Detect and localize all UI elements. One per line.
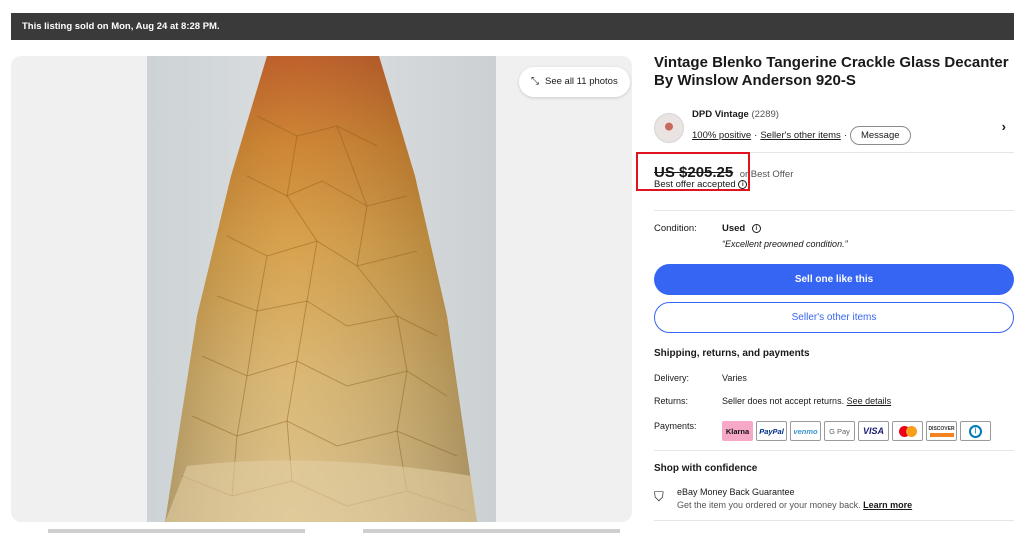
expand-arrows-icon: ⤡: [531, 76, 539, 87]
payments-label: Payments:: [654, 421, 697, 431]
guarantee-description: Get the item you ordered or your money b…: [677, 500, 861, 510]
seller-name[interactable]: DPD Vintage (2289): [692, 109, 779, 120]
decanter-image: [165, 56, 477, 522]
seller-avatar[interactable]: [654, 113, 684, 143]
paypal-icon: PayPal: [756, 421, 787, 441]
google-pay-icon: G Pay: [824, 421, 855, 441]
returns-value: Seller does not accept returns. See deta…: [722, 396, 891, 406]
shop-with-confidence-section: Shop with confidence ⛉ eBay Money Back G…: [654, 463, 1014, 510]
diners-club-icon: |: [960, 421, 991, 441]
payment-methods: Klarna PayPal venmo G Pay VISA DISCOVER …: [722, 421, 991, 441]
returns-value-text: Seller does not accept returns.: [722, 396, 845, 406]
listing-details-panel: Vintage Blenko Tangerine Crackle Glass D…: [636, 54, 1014, 521]
shipping-heading: Shipping, returns, and payments: [654, 348, 810, 359]
price-highlight-box: [636, 152, 750, 191]
main-product-photo[interactable]: [147, 56, 496, 522]
mastercard-icon: [892, 421, 923, 441]
klarna-icon: Klarna: [722, 421, 753, 441]
thumbnail-strip-edge: [48, 529, 305, 533]
see-details-link[interactable]: See details: [847, 396, 892, 406]
seller-other-items-link[interactable]: Seller's other items: [760, 130, 840, 141]
shipping-section: Shipping, returns, and payments Delivery…: [654, 348, 1014, 441]
learn-more-link[interactable]: Learn more: [863, 500, 912, 510]
positive-feedback-link[interactable]: 100% positive: [692, 130, 751, 141]
chevron-right-icon[interactable]: ›: [1002, 119, 1006, 134]
seller-feedback-count: (2289): [751, 109, 779, 120]
confidence-heading: Shop with confidence: [654, 463, 758, 474]
guarantee-title: eBay Money Back Guarantee: [677, 487, 795, 497]
returns-label: Returns:: [654, 396, 689, 406]
separator: ·: [843, 130, 847, 141]
sold-banner: This listing sold on Mon, Aug 24 at 8:28…: [11, 13, 1014, 40]
price-section: US $205.25 or Best Offer Best offer acce…: [636, 152, 1014, 191]
condition-description: “Excellent preowned condition.”: [722, 239, 848, 249]
divider: [654, 520, 1014, 521]
condition-value-text: Used: [722, 223, 746, 234]
separator: ·: [754, 130, 758, 141]
delivery-value: Varies: [722, 373, 747, 383]
sellers-other-items-button[interactable]: Seller's other items: [654, 302, 1014, 333]
condition-label: Condition:: [654, 223, 697, 234]
listing-title: Vintage Blenko Tangerine Crackle Glass D…: [654, 54, 1009, 89]
visa-icon: VISA: [858, 421, 889, 441]
seller-card[interactable]: DPD Vintage (2289) 100% positive · Selle…: [654, 109, 1014, 145]
see-all-photos-button[interactable]: ⤡ See all 11 photos: [519, 67, 630, 97]
delivery-label: Delivery:: [654, 373, 690, 383]
seller-meta: 100% positive · Seller's other items · M…: [692, 126, 911, 145]
venmo-icon: venmo: [790, 421, 821, 441]
shield-check-icon: ⛉: [654, 489, 664, 504]
discover-icon: DISCOVER: [926, 421, 957, 441]
thumbnail-strip-edge: [363, 529, 620, 533]
sell-one-like-this-button[interactable]: Sell one like this: [654, 264, 1014, 295]
see-all-photos-label: See all 11 photos: [545, 76, 618, 87]
condition-value: Used i: [722, 223, 761, 234]
message-seller-button[interactable]: Message: [849, 126, 911, 145]
info-icon[interactable]: i: [751, 223, 761, 233]
divider: [654, 210, 1014, 211]
divider: [654, 450, 1014, 451]
seller-name-text[interactable]: DPD Vintage: [692, 109, 749, 120]
image-gallery[interactable]: ⤡ See all 11 photos: [11, 56, 632, 522]
guarantee-text: Get the item you ordered or your money b…: [677, 500, 912, 510]
